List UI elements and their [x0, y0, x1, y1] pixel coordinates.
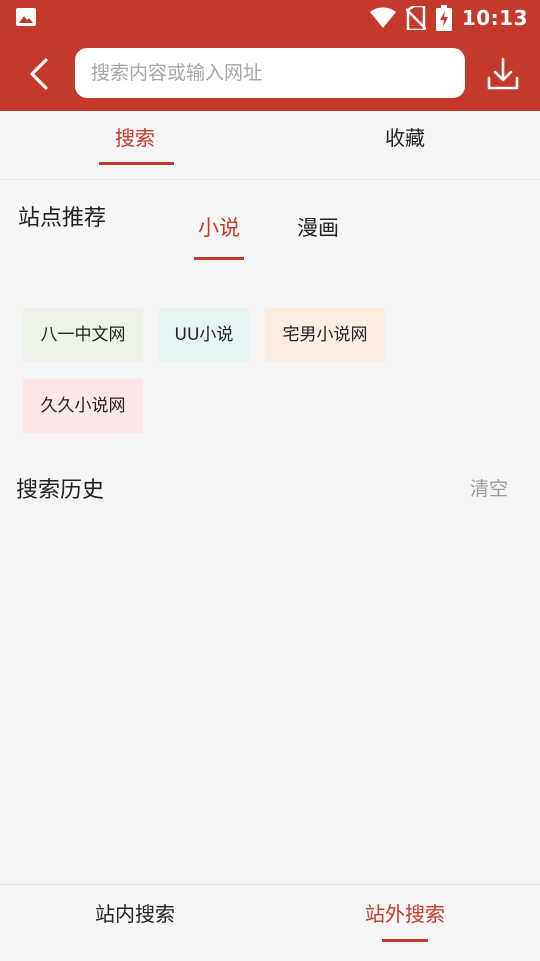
- download-icon[interactable]: [485, 56, 521, 92]
- category-tab-comic[interactable]: 漫画: [297, 212, 339, 242]
- site-chip[interactable]: 八一中文网: [23, 308, 143, 362]
- nav-external-search[interactable]: 站外搜索: [320, 885, 490, 961]
- no-sim-icon: [405, 6, 426, 30]
- nav-label: 站外搜索: [365, 902, 445, 926]
- back-arrow-icon[interactable]: [22, 54, 58, 94]
- nav-internal-search[interactable]: 站内搜索: [50, 885, 220, 961]
- nav-label: 站内搜索: [95, 902, 175, 926]
- wifi-icon: [369, 7, 396, 28]
- site-chip[interactable]: 宅男小说网: [265, 308, 385, 362]
- tab-favorites[interactable]: 收藏: [330, 111, 480, 179]
- site-recommend-title: 站点推荐: [18, 206, 107, 231]
- app-bar: [0, 36, 540, 111]
- category-tab-novel[interactable]: 小说: [194, 212, 244, 260]
- status-icons: 10:13: [369, 0, 528, 36]
- active-category-indicator: [194, 257, 244, 260]
- active-tab-indicator: [99, 162, 174, 165]
- bottom-nav: 站内搜索 站外搜索: [0, 884, 540, 961]
- top-tabs: 搜索 收藏: [0, 111, 540, 180]
- search-history-title: 搜索历史: [16, 478, 105, 503]
- active-nav-indicator: [382, 939, 428, 942]
- search-input[interactable]: [75, 48, 465, 98]
- tab-label: 搜索: [115, 126, 155, 150]
- clear-history-button[interactable]: 清空: [470, 474, 508, 501]
- site-chip[interactable]: UU小说: [159, 308, 249, 362]
- status-bar: 10:13: [0, 0, 540, 36]
- gallery-icon: [16, 8, 36, 26]
- category-label: 小说: [198, 216, 240, 240]
- tab-search[interactable]: 搜索: [60, 111, 210, 179]
- battery-charging-icon: [435, 5, 452, 31]
- site-chip[interactable]: 久久小说网: [23, 379, 143, 433]
- category-label: 漫画: [297, 216, 339, 240]
- tab-label: 收藏: [385, 126, 425, 150]
- status-time: 10:13: [461, 6, 528, 30]
